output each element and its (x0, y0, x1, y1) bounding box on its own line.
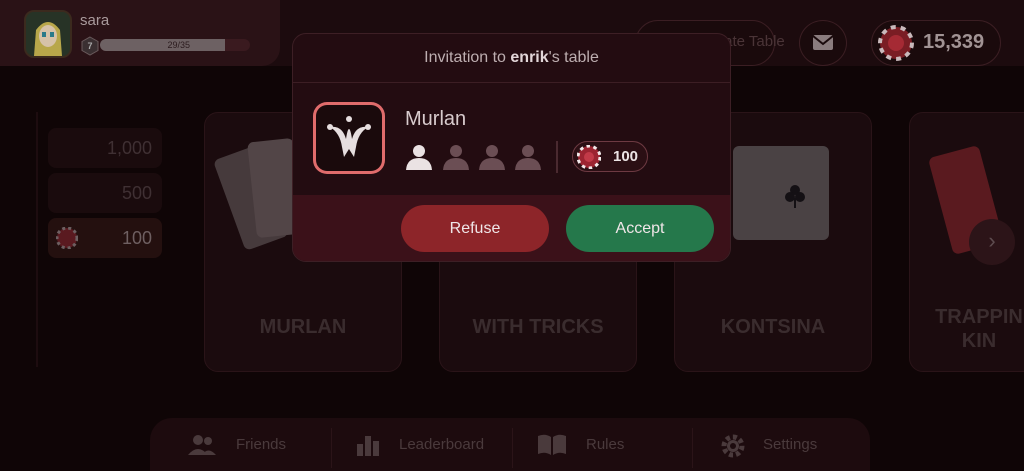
poker-chip-icon (56, 227, 78, 249)
player-seat-empty-icon (515, 145, 541, 170)
poker-chip-icon (577, 145, 601, 169)
divider (556, 141, 558, 173)
invitation-dialog: Invitation to enrik's table Murlan 100 R… (292, 33, 731, 262)
poker-chip-icon (878, 25, 914, 61)
chips-amount: 15,339 (923, 31, 985, 53)
xp-text: 29/35 (167, 40, 190, 50)
nav-rules[interactable]: Rules (586, 436, 624, 453)
player-seat-empty-icon (479, 145, 505, 170)
invitation-host: enrik (510, 49, 549, 66)
nav-settings[interactable]: Settings (763, 436, 817, 453)
accept-button[interactable]: Accept (566, 205, 714, 252)
nav-leaderboard[interactable]: Leaderboard (399, 436, 484, 453)
mail-button[interactable] (799, 20, 847, 66)
username: sara (80, 12, 110, 29)
friends-icon (188, 435, 216, 455)
refuse-button[interactable]: Refuse (401, 205, 549, 252)
level-number: 7 (87, 41, 93, 51)
avatar[interactable] (24, 10, 72, 58)
mail-icon (812, 35, 834, 50)
invitation-stake-value: 100 (613, 148, 639, 165)
nav-divider (512, 428, 513, 468)
invitation-game-name: Murlan (405, 108, 467, 130)
nav-divider (692, 428, 693, 468)
invitation-suffix: 's table (548, 49, 599, 66)
chevron-right-icon: › (988, 228, 996, 253)
club-card-icon (733, 146, 829, 240)
nav-divider (331, 428, 332, 468)
jester-hat-icon (327, 116, 371, 157)
next-arrow-button[interactable]: › (969, 219, 1015, 265)
player-seat-empty-icon (443, 145, 469, 170)
game-title: TRAPPIN KIN (935, 306, 1023, 352)
player-seat-occupied-icon (406, 145, 432, 170)
gear-icon (721, 434, 745, 458)
game-title: WITH TRICKS (472, 316, 604, 338)
invitation-title: Invitation to enrik's table (293, 34, 730, 83)
game-icon (313, 102, 385, 174)
game-title: MURLAN (259, 316, 347, 338)
invitation-prefix: Invitation to (424, 49, 511, 66)
stake-option[interactable]: 500 (48, 173, 162, 213)
book-icon (538, 434, 566, 455)
stake-scroll-track (36, 112, 38, 367)
game-title: KONTSINA (720, 316, 826, 338)
nav-friends[interactable]: Friends (236, 436, 286, 453)
stake-option-label: 100 (121, 228, 152, 248)
stake-option[interactable]: 1,000 (48, 128, 162, 168)
leaderboard-icon (357, 436, 379, 456)
